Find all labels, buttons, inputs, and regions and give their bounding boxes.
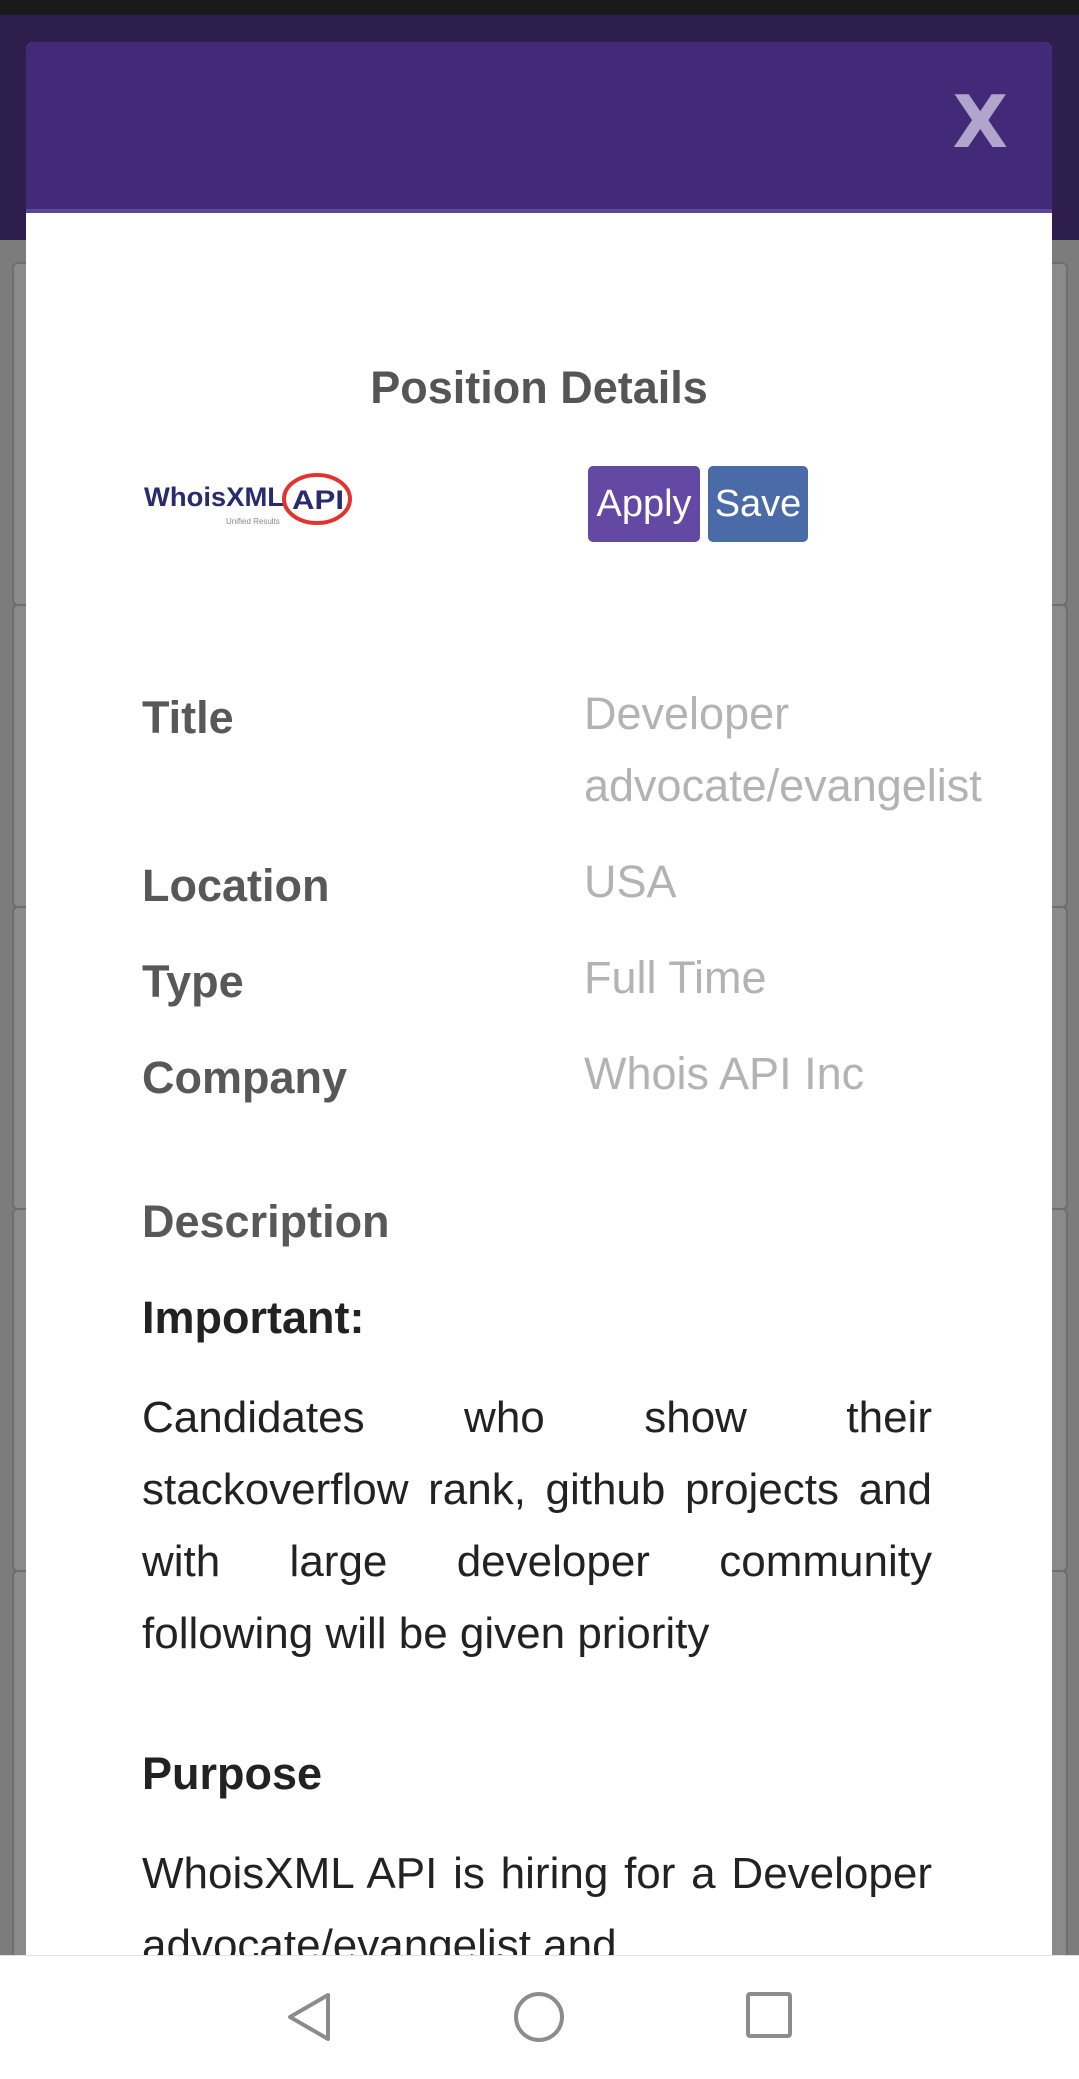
field-label-title: Title xyxy=(142,692,234,743)
back-icon[interactable] xyxy=(284,1990,334,2044)
svg-text:API: API xyxy=(292,485,344,515)
field-label-company: Company xyxy=(142,1052,348,1103)
home-icon[interactable] xyxy=(512,1990,566,2044)
purpose-paragraph: WhoisXML API is hiring for a Developer a… xyxy=(142,1849,932,1955)
field-value-type: Full Time xyxy=(584,952,767,1003)
system-navigation-bar xyxy=(0,1955,1079,2079)
purpose-heading: Purpose xyxy=(142,1748,323,1799)
important-heading: Important: xyxy=(142,1292,365,1343)
field-label-type: Type xyxy=(142,956,244,1007)
field-value-location: USA xyxy=(584,856,677,907)
important-paragraph: Candidates who show their stackoverflow … xyxy=(142,1393,932,1658)
svg-text:Unified Results: Unified Results xyxy=(226,517,280,526)
modal-header: X xyxy=(26,42,1052,213)
status-bar xyxy=(0,0,1079,15)
save-button[interactable]: Save xyxy=(708,466,808,542)
modal-title: Position Details xyxy=(370,362,708,413)
company-logo: WhoisXML API Unified Results xyxy=(144,473,352,526)
field-label-location: Location xyxy=(142,860,330,911)
apply-button[interactable]: Apply xyxy=(588,466,700,542)
recents-icon[interactable] xyxy=(745,1990,793,2040)
description-heading: Description xyxy=(142,1196,390,1247)
close-button[interactable]: X xyxy=(952,86,1008,158)
field-value-company: Whois API Inc xyxy=(584,1048,865,1099)
field-value-title: Developer advocate/evangelist xyxy=(584,688,982,811)
position-details-modal: X Position Details WhoisXML API Unified … xyxy=(26,42,1052,1955)
svg-text:WhoisXML: WhoisXML xyxy=(144,482,284,512)
